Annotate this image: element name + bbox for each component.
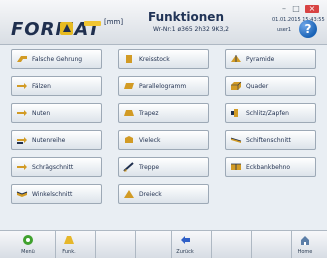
menu-button[interactable]: Menü <box>15 231 41 258</box>
vieleck-button[interactable]: Vieleck <box>118 130 209 150</box>
schraegschnitt-label: Schrägschnitt <box>32 164 74 171</box>
kreisstock-button[interactable]: Kreisstock <box>118 49 209 69</box>
menu-icon <box>23 235 33 245</box>
winkelschnitt-button[interactable]: Winkelschnitt <box>11 184 102 204</box>
logo-badge-icon <box>60 22 73 35</box>
vieleck-label: Vieleck <box>139 137 161 144</box>
datetime: 01.01.2015 15:43:55 <box>272 17 325 23</box>
back-button[interactable]: Zurück <box>171 231 197 258</box>
nuten-button[interactable]: Nuten <box>11 103 102 123</box>
header-bar: FORMAT [mm] Funktionen Wr-Nr:1 ø365 2h32… <box>0 0 327 45</box>
funk-icon <box>64 236 74 244</box>
parallelogram-icon <box>124 83 134 89</box>
tenon-icon <box>231 109 238 117</box>
rafter-cut-icon <box>230 137 242 143</box>
schiftenschnitt-button[interactable]: Schiftenschnitt <box>225 130 316 150</box>
home-label: Home <box>297 249 313 255</box>
corner-bench-icon <box>231 163 241 170</box>
quader-label: Quader <box>246 83 269 90</box>
page-title: Funktionen <box>148 10 224 24</box>
groove-icon <box>17 110 27 116</box>
falzen-label: Fälzen <box>32 83 51 90</box>
bevel-cut-icon <box>17 164 27 170</box>
close-icon[interactable]: × <box>305 5 319 13</box>
unit-indicator <box>84 21 101 26</box>
footer-slot-6[interactable] <box>211 231 237 258</box>
eckbankbehno-label: Eckbankbehno <box>246 164 291 171</box>
footer-slot-3[interactable] <box>95 231 121 258</box>
pyramid-icon <box>231 55 241 62</box>
unit-label: [mm] <box>104 18 124 26</box>
funk-label: Funk. <box>62 249 76 255</box>
falsche-gehrung-label: Falsche Gehrung <box>32 56 83 63</box>
schlitz-zapfen-label: Schlitz/Zapfen <box>246 110 289 117</box>
help-icon[interactable]: ? <box>299 20 317 38</box>
trapez-button[interactable]: Trapez <box>118 103 209 123</box>
function-grid: Falsche Gehrung Fälzen Nuten Nutenreihe … <box>11 49 318 211</box>
cuboid-icon <box>231 81 242 90</box>
schlitz-zapfen-button[interactable]: Schlitz/Zapfen <box>225 103 316 123</box>
funk-button[interactable]: Funk. <box>55 231 81 258</box>
treppe-button[interactable]: Treppe <box>118 157 209 177</box>
back-icon <box>181 236 190 244</box>
groove-row-icon <box>17 137 27 144</box>
back-label: Zurück <box>176 249 194 255</box>
schiftenschnitt-label: Schiftenschnitt <box>246 137 291 144</box>
winkelschnitt-label: Winkelschnitt <box>32 191 73 198</box>
triangle-icon <box>124 190 134 198</box>
treppe-label: Treppe <box>139 164 160 171</box>
trapez-label: Trapez <box>139 110 159 117</box>
polygon-icon <box>125 136 133 143</box>
parallelogramm-button[interactable]: Parallelogramm <box>118 76 209 96</box>
user-label: user1 <box>277 27 292 33</box>
nutenreihe-label: Nutenreihe <box>32 137 66 144</box>
dreieck-button[interactable]: Dreieck <box>118 184 209 204</box>
falsche-gehrung-button[interactable]: Falsche Gehrung <box>11 49 102 69</box>
home-icon <box>301 236 309 245</box>
pyramide-label: Pyramide <box>246 56 275 63</box>
pyramide-button[interactable]: Pyramide <box>225 49 316 69</box>
stairs-icon <box>123 162 134 172</box>
eckbankbehno-button[interactable]: Eckbankbehno <box>225 157 316 177</box>
dreieck-label: Dreieck <box>139 191 162 198</box>
maximize-icon[interactable]: □ <box>291 5 301 13</box>
kreisstock-label: Kreisstock <box>139 56 170 63</box>
format4-logo: FORMAT <box>11 19 100 40</box>
menu-label: Menü <box>21 249 35 255</box>
footer-toolbar: Menü Funk. Zurück Home <box>0 230 327 258</box>
nuten-label: Nuten <box>32 110 51 117</box>
home-button[interactable]: Home <box>291 231 317 258</box>
angle-cut-icon <box>16 191 28 197</box>
parallelogramm-label: Parallelogramm <box>139 83 187 90</box>
falzen-button[interactable]: Fälzen <box>11 76 102 96</box>
schraegschnitt-button[interactable]: Schrägschnitt <box>11 157 102 177</box>
job-info: Wr-Nr:1 ø365 2h32 9K3,2 <box>153 26 229 33</box>
rebate-icon <box>17 83 27 89</box>
nutenreihe-button[interactable]: Nutenreihe <box>11 130 102 150</box>
trapezoid-icon <box>124 110 134 116</box>
footer-slot-7[interactable] <box>251 231 277 258</box>
minimize-icon[interactable]: – <box>279 5 289 13</box>
miter-icon <box>17 56 27 62</box>
circle-stock-icon <box>126 55 132 63</box>
footer-slot-4[interactable] <box>135 231 161 258</box>
quader-button[interactable]: Quader <box>225 76 316 96</box>
